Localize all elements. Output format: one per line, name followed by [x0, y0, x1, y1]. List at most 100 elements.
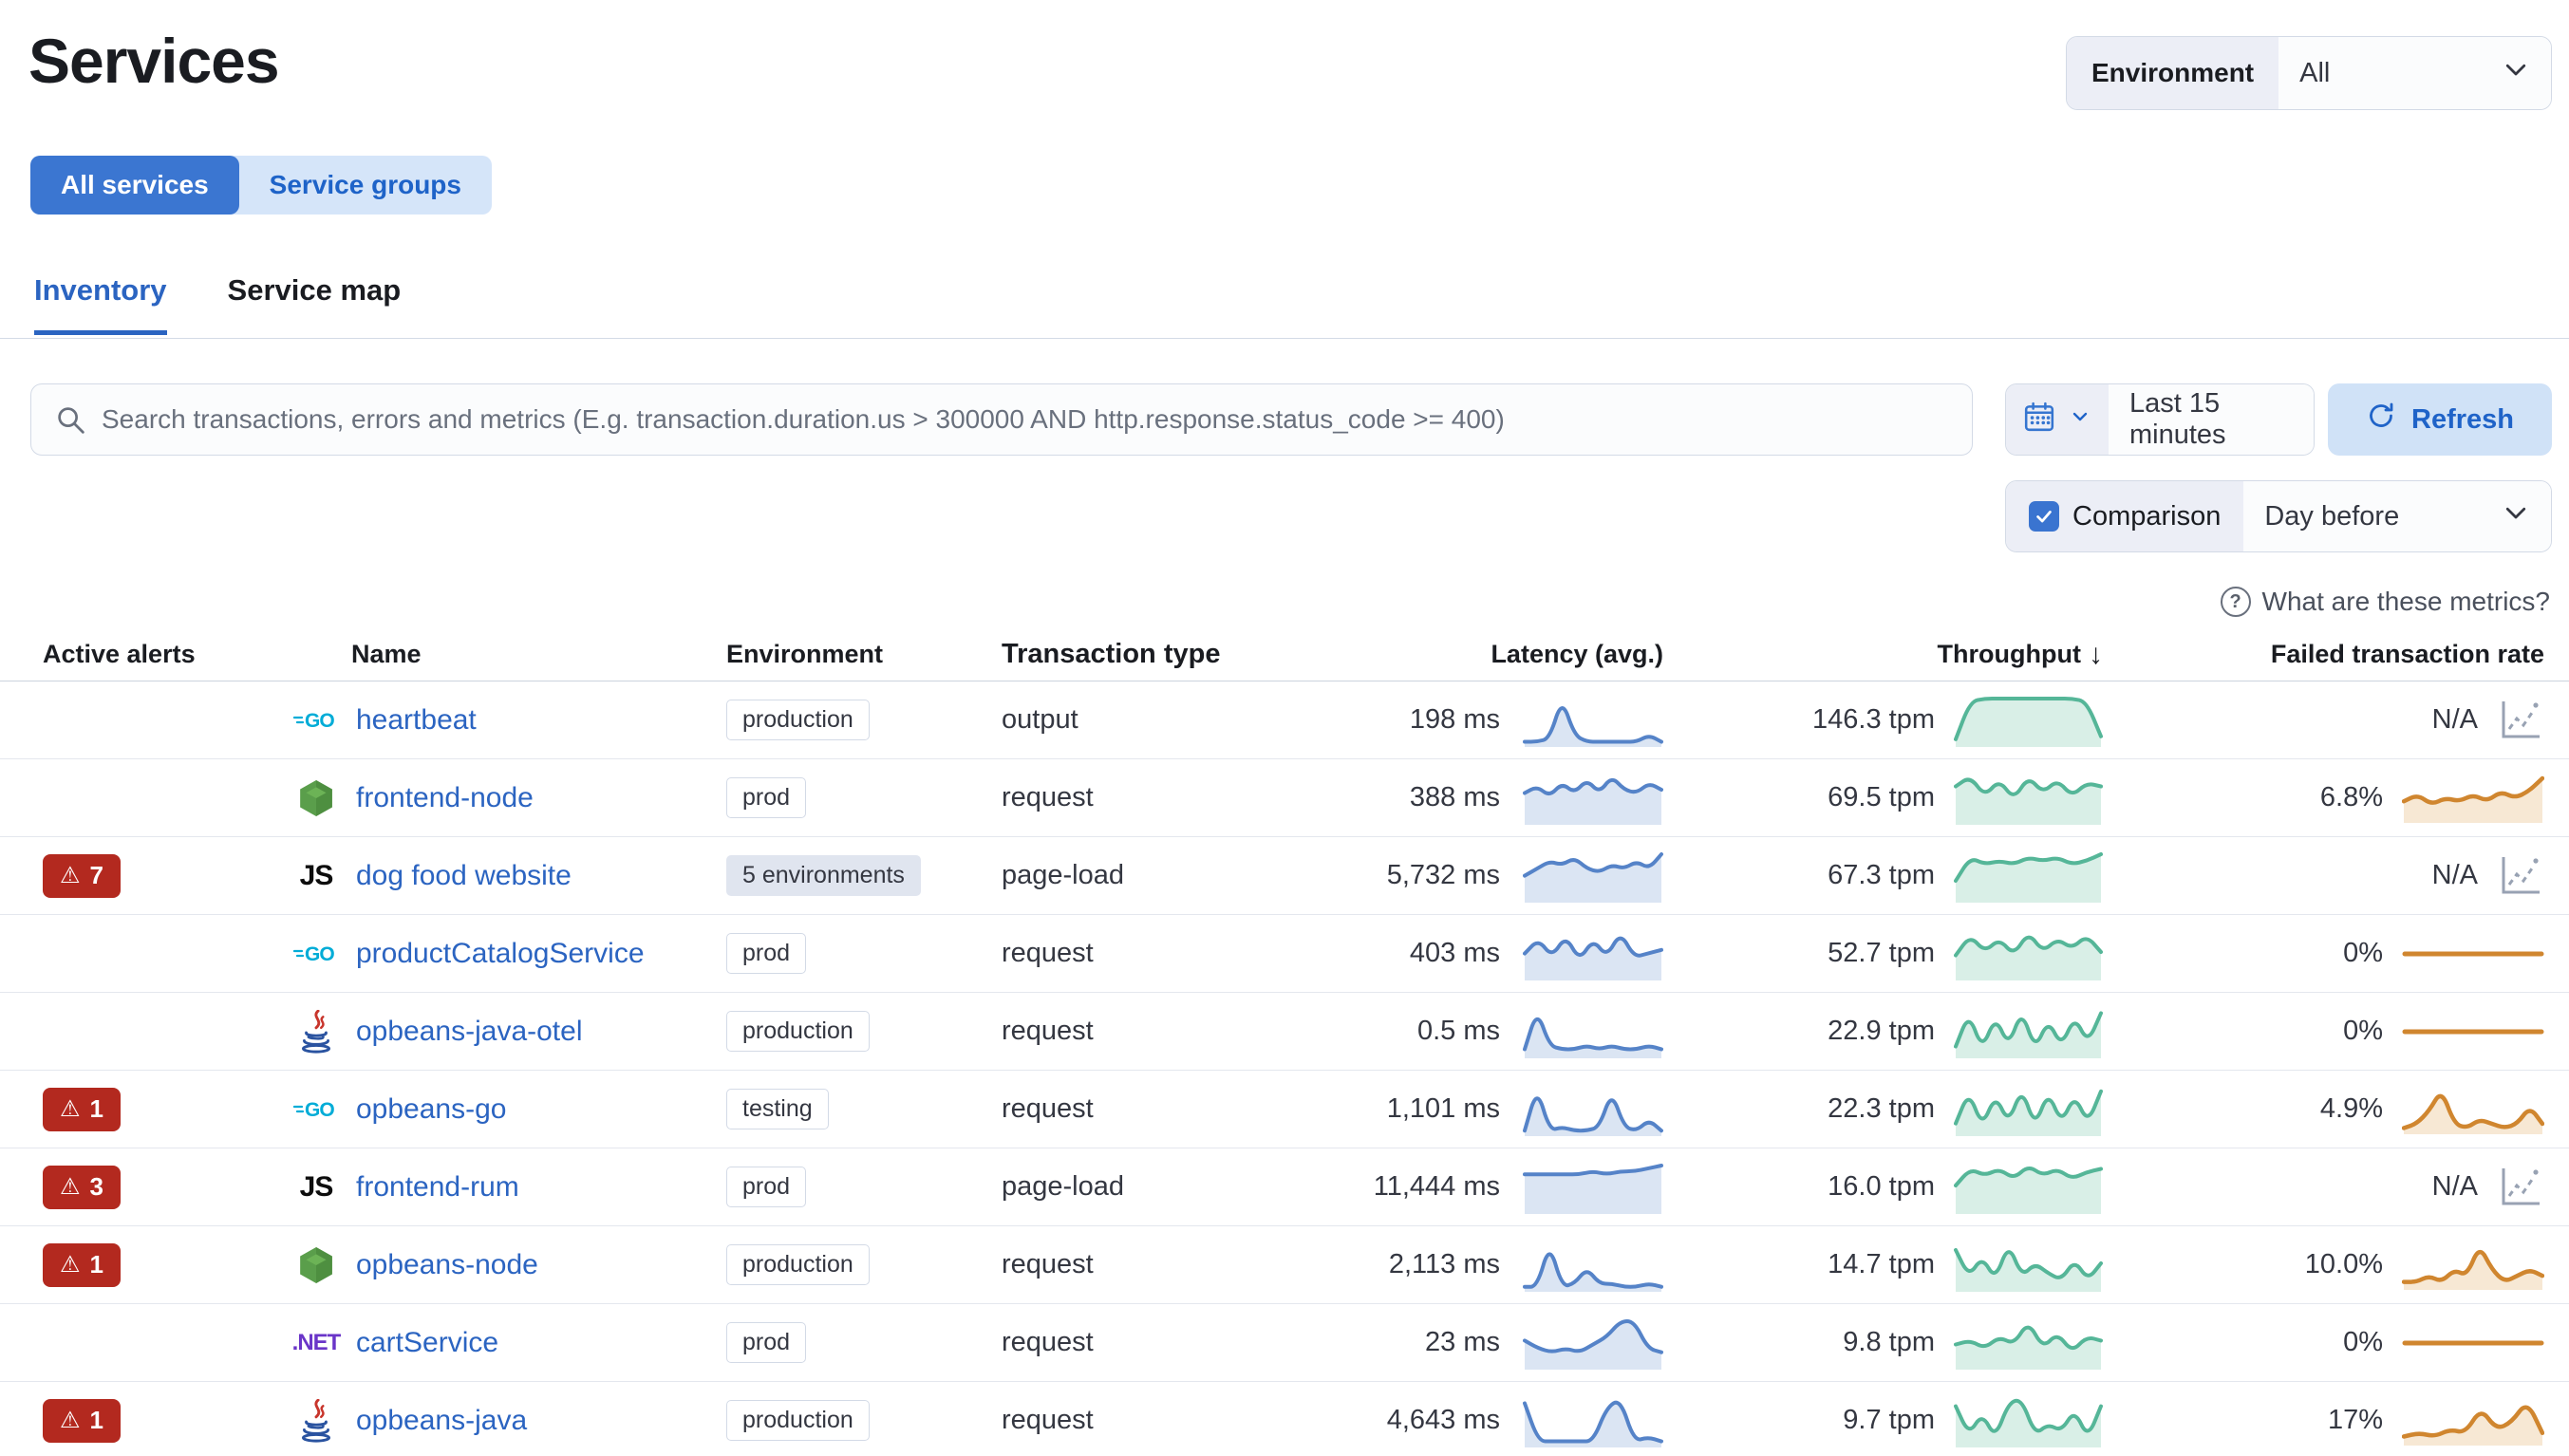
- throughput-sparkline: [1954, 1160, 2103, 1215]
- name-cell: opbeans-java-otel: [280, 1009, 726, 1055]
- table-row: ⚠ 1 GO opbeans-go testing request 1,101 ms 22.3…: [0, 1071, 2569, 1148]
- throughput-value: 146.3 tpm: [1812, 704, 1935, 735]
- failed-rate-sparkline: [2402, 773, 2544, 824]
- transaction-type: request: [1002, 1405, 1094, 1435]
- failed-rate-sparkline: [2402, 1008, 2544, 1055]
- latency-sparkline: [1523, 771, 1663, 826]
- failed-rate-cell: 4.9%: [2112, 1084, 2552, 1135]
- active-alerts-badge[interactable]: ⚠ 1: [43, 1242, 121, 1287]
- service-name-link[interactable]: cartService: [356, 1327, 498, 1359]
- name-cell: GO heartbeat: [280, 698, 726, 743]
- latency-cell: 23 ms: [1329, 1316, 1676, 1371]
- environment-cell: production: [726, 700, 1002, 740]
- latency-cell: 1,101 ms: [1329, 1082, 1676, 1137]
- comparison-value: Day before: [2264, 500, 2400, 532]
- table-row: ⚠ 3 JS frontend-rum prod page-load 11,444 ms 16…: [0, 1148, 2569, 1226]
- throughput-cell: 16.0 tpm: [1676, 1160, 2112, 1215]
- what-are-these-metrics-link[interactable]: ? What are these metrics?: [2220, 587, 2550, 617]
- refresh-button[interactable]: Refresh: [2328, 383, 2552, 456]
- environment-cell: production: [726, 1400, 1002, 1441]
- failed-rate-value: 17%: [2327, 1405, 2383, 1435]
- failed-rate-value: 0%: [2343, 938, 2383, 968]
- throughput-cell: 14.7 tpm: [1676, 1238, 2112, 1293]
- agent-js-icon: JS: [299, 1170, 334, 1203]
- latency-cell: 4,643 ms: [1329, 1393, 1676, 1448]
- failed-rate-sparkline: [2497, 1165, 2544, 1210]
- time-range-picker[interactable]: Last 15 minutes: [2005, 383, 2315, 456]
- header-latency[interactable]: Latency (avg.): [1329, 640, 1676, 669]
- active-alerts-cell: ⚠ 1: [30, 1087, 280, 1131]
- failed-rate-value: 0%: [2343, 1016, 2383, 1046]
- service-name-link[interactable]: opbeans-node: [356, 1249, 538, 1281]
- throughput-sparkline: [1954, 1238, 2103, 1293]
- active-alerts-badge[interactable]: ⚠ 7: [43, 853, 121, 898]
- latency-sparkline: [1523, 693, 1663, 748]
- table-row: ⚠ 1 opbeans-node production request 2,113 ms 1…: [0, 1226, 2569, 1304]
- tab-service-map[interactable]: Service map: [228, 273, 402, 335]
- table-row: .NET cartService prod request 23 ms 9.8 tpm 0%: [0, 1304, 2569, 1382]
- service-name-link[interactable]: opbeans-java: [356, 1405, 527, 1437]
- service-name-link[interactable]: frontend-rum: [356, 1171, 519, 1204]
- failed-rate-cell: 0%: [2112, 1008, 2552, 1055]
- search-input[interactable]: [31, 384, 1972, 455]
- failed-rate-cell: N/A: [2112, 698, 2552, 743]
- service-name-link[interactable]: opbeans-java-otel: [356, 1016, 583, 1048]
- throughput-cell: 52.7 tpm: [1676, 926, 2112, 981]
- throughput-value: 16.0 tpm: [1828, 1171, 1935, 1202]
- latency-cell: 198 ms: [1329, 693, 1676, 748]
- active-alerts-badge[interactable]: ⚠ 1: [43, 1398, 121, 1443]
- time-range-value[interactable]: Last 15 minutes: [2109, 384, 2314, 455]
- warning-icon: ⚠: [60, 1408, 81, 1433]
- failed-rate-value: 4.9%: [2319, 1093, 2383, 1124]
- search-icon: [54, 403, 88, 442]
- header-transaction-type[interactable]: Transaction type: [1002, 639, 1329, 670]
- transaction-type: request: [1002, 938, 1094, 968]
- toggle-service-groups[interactable]: Service groups: [239, 156, 492, 215]
- header-name[interactable]: Name: [280, 640, 726, 669]
- agent-java-icon: [293, 1009, 339, 1055]
- environment-badge: production: [726, 700, 870, 740]
- comparison-select[interactable]: Day before: [2243, 481, 2551, 551]
- tab-inventory[interactable]: Inventory: [34, 273, 167, 335]
- service-name-link[interactable]: dog food website: [356, 860, 572, 892]
- header-environment: Environment: [726, 640, 884, 668]
- environment-cell: prod: [726, 1322, 1002, 1363]
- latency-value: 5,732 ms: [1386, 860, 1500, 890]
- header-failed-transaction-rate[interactable]: Failed transaction rate: [2112, 640, 2552, 669]
- environment-filter[interactable]: Environment All: [2066, 36, 2552, 110]
- header-throughput[interactable]: Throughput ↓: [1676, 639, 2112, 671]
- refresh-label: Refresh: [2411, 403, 2514, 435]
- environment-cell: production: [726, 1244, 1002, 1285]
- latency-cell: 403 ms: [1329, 926, 1676, 981]
- latency-value: 11,444 ms: [1373, 1171, 1500, 1202]
- active-alerts-badge[interactable]: ⚠ 3: [43, 1165, 121, 1209]
- latency-sparkline: [1523, 1393, 1663, 1448]
- name-cell: .NET cartService: [280, 1320, 726, 1366]
- failed-rate-sparkline: [2402, 930, 2544, 978]
- environment-filter-value: All: [2299, 57, 2331, 88]
- throughput-cell: 69.5 tpm: [1676, 771, 2112, 826]
- throughput-cell: 67.3 tpm: [1676, 849, 2112, 904]
- latency-cell: 388 ms: [1329, 771, 1676, 826]
- latency-sparkline: [1523, 1316, 1663, 1371]
- failed-rate-value: N/A: [2431, 860, 2478, 890]
- table-row: ⚠ 1 opbeans-java production request 4,643 ms 9…: [0, 1382, 2569, 1456]
- comparison-checkbox[interactable]: [2029, 501, 2059, 532]
- chevron-down-icon: [2069, 404, 2091, 435]
- environment-cell: testing: [726, 1089, 1002, 1129]
- latency-value: 0.5 ms: [1416, 1016, 1500, 1046]
- table-body: GO heartbeat production output 198 ms 146.3 t…: [0, 681, 2569, 1456]
- failed-rate-cell: 17%: [2112, 1395, 2552, 1447]
- environment-badge: testing: [726, 1089, 829, 1129]
- services-table: Active alerts Name Environment Transacti…: [0, 628, 2569, 1456]
- table-header: Active alerts Name Environment Transacti…: [0, 628, 2569, 681]
- active-alerts-badge[interactable]: ⚠ 1: [43, 1087, 121, 1131]
- toggle-all-services[interactable]: All services: [30, 156, 239, 215]
- service-name-link[interactable]: opbeans-go: [356, 1093, 506, 1126]
- latency-cell: 11,444 ms: [1329, 1160, 1676, 1215]
- service-name-link[interactable]: frontend-node: [356, 782, 534, 814]
- service-name-link[interactable]: productCatalogService: [356, 938, 645, 970]
- service-name-link[interactable]: heartbeat: [356, 704, 477, 737]
- latency-sparkline: [1523, 1082, 1663, 1137]
- throughput-cell: 22.9 tpm: [1676, 1004, 2112, 1059]
